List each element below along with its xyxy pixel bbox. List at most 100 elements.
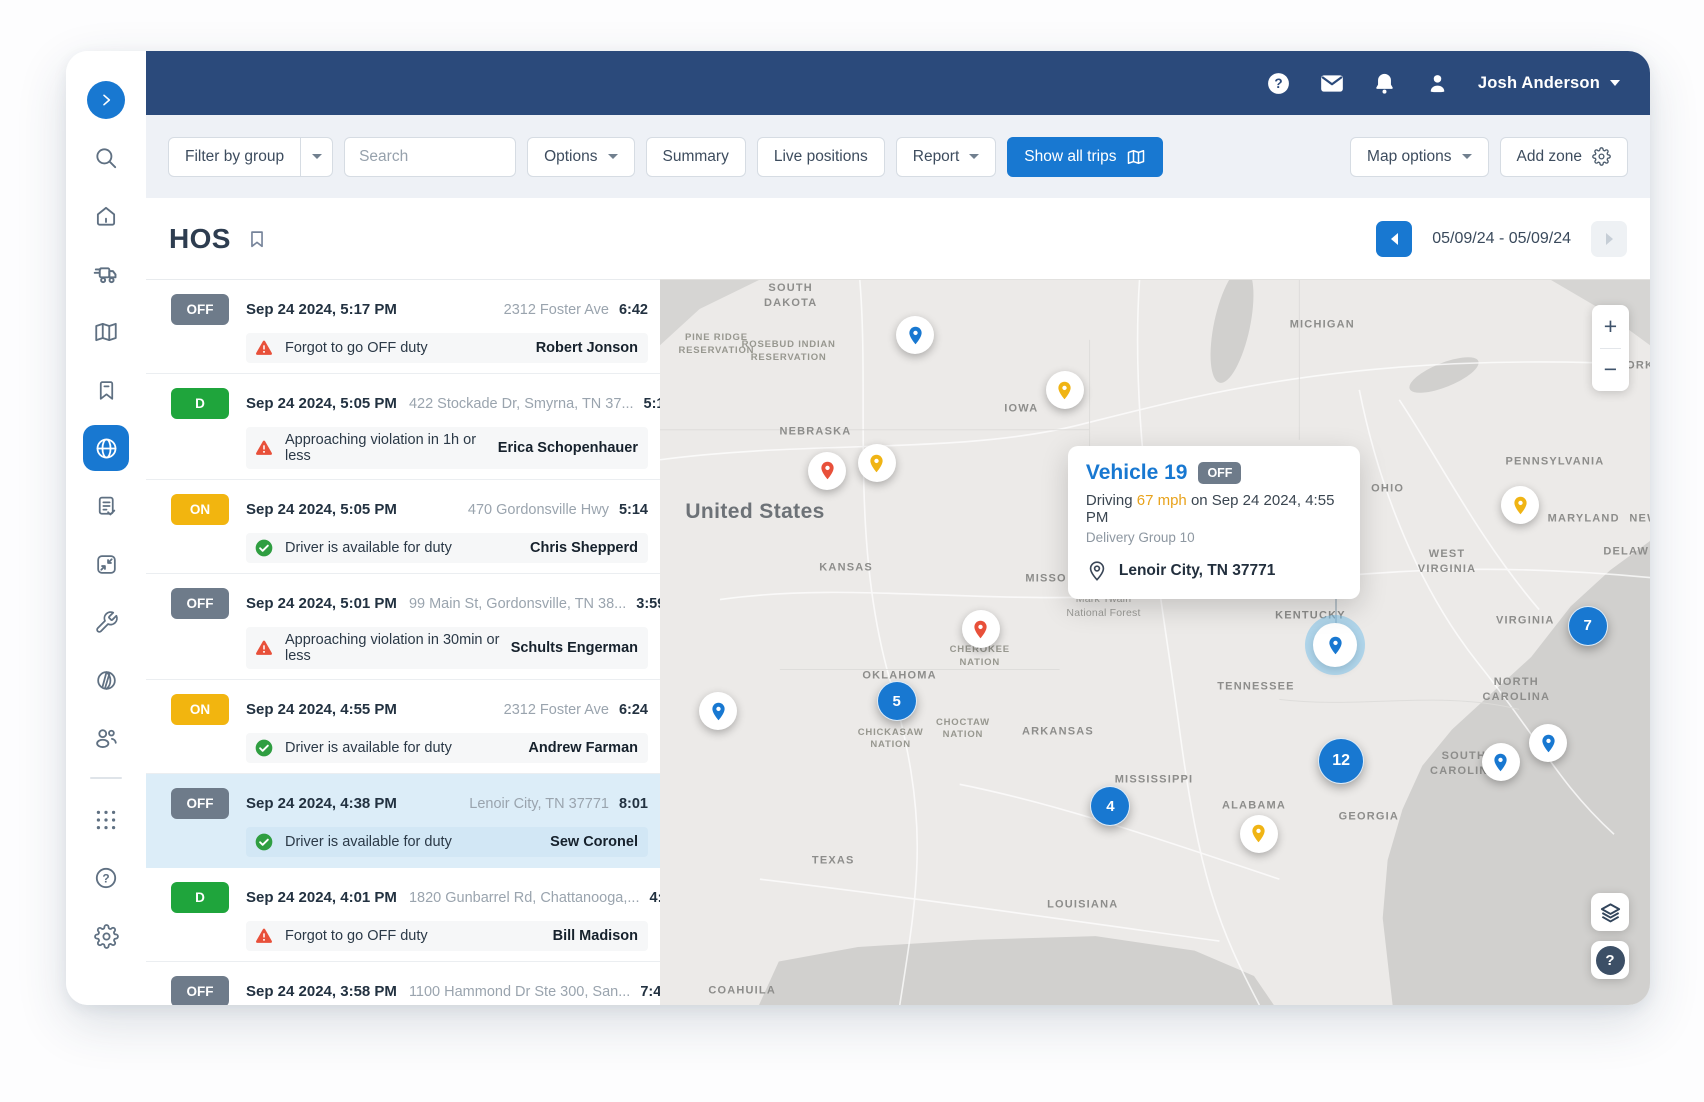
vehicle-pin[interactable] [1482, 743, 1520, 781]
summary-label: Summary [663, 148, 729, 166]
map[interactable]: SOUTH DAKOTAWISCONSINMICHIGANPINE RIDGE … [660, 279, 1650, 1005]
sidebar-item-settings[interactable] [66, 907, 146, 965]
sidebar-item-help[interactable]: ? [66, 849, 146, 907]
event-alert-row: Driver is available for duty Sew Coronel [246, 827, 648, 857]
event-address: 2312 Foster Ave [492, 302, 619, 318]
event-duration: 7:42 [640, 984, 660, 1000]
sidebar-item-reports[interactable] [66, 477, 146, 535]
vehicle-pin[interactable] [1240, 815, 1278, 853]
next-date-button[interactable] [1591, 221, 1627, 257]
user-icon[interactable] [1425, 70, 1451, 96]
driver-name: Erica Schopenhauer [498, 440, 638, 456]
hos-list-item[interactable]: D Sep 24 2024, 5:05 PM 422 Stockade Dr, … [146, 374, 660, 480]
user-name: Josh Anderson [1478, 74, 1600, 93]
event-duration: 4:20 [649, 890, 660, 906]
vehicle-pin[interactable] [1501, 486, 1539, 524]
warning-icon [254, 338, 274, 358]
summary-button[interactable]: Summary [646, 137, 746, 177]
hos-list-item[interactable]: OFF Sep 24 2024, 5:01 PM 99 Main St, Gor… [146, 574, 660, 680]
hos-list-item[interactable]: OFF Sep 24 2024, 5:17 PM 2312 Foster Ave… [146, 280, 660, 374]
alert-message: Driver is available for duty [285, 740, 452, 756]
check-icon [254, 538, 274, 558]
status-badge: D [171, 882, 229, 913]
vehicle-pin[interactable] [1313, 623, 1357, 667]
location-pin-icon [1086, 560, 1108, 582]
event-time: Sep 24 2024, 4:01 PM [246, 889, 397, 906]
prev-date-button[interactable] [1376, 221, 1412, 257]
map-layers-button[interactable] [1591, 893, 1629, 931]
mail-icon[interactable] [1319, 70, 1345, 96]
vehicle-pin[interactable] [1046, 371, 1084, 409]
hos-list-item[interactable]: ON Sep 24 2024, 4:55 PM 2312 Foster Ave … [146, 680, 660, 774]
cluster-marker[interactable]: 7 [1568, 606, 1608, 646]
event-address: 1820 Gunbarrel Rd, Chattanooga,... [397, 890, 650, 906]
svg-text:?: ? [1275, 76, 1283, 91]
filter-group-caret[interactable] [300, 138, 332, 176]
vehicle-pin[interactable] [858, 444, 896, 482]
sidebar-item-resize[interactable] [66, 535, 146, 593]
alert-message: Driver is available for duty [285, 540, 452, 556]
sidebar-divider [90, 777, 122, 779]
user-menu[interactable]: Josh Anderson [1478, 74, 1620, 93]
driver-name: Schults Engerman [511, 640, 638, 656]
cluster-marker[interactable]: 12 [1318, 738, 1364, 784]
chevron-left-icon [1391, 233, 1398, 245]
vehicle-pin[interactable] [896, 316, 934, 354]
show-all-trips-button[interactable]: Show all trips [1007, 137, 1163, 177]
hos-list-item[interactable]: ON Sep 24 2024, 5:05 PM 470 Gordonsville… [146, 480, 660, 574]
status-badge: OFF [171, 294, 229, 325]
options-button[interactable]: Options [527, 137, 634, 177]
event-alert-row: Approaching violation in 1h or less Eric… [246, 427, 648, 469]
bookmark-icon [94, 378, 119, 403]
help-circle-icon[interactable]: ? [1266, 70, 1292, 96]
map-options-button[interactable]: Map options [1350, 137, 1488, 177]
vehicle-name-link[interactable]: Vehicle 19 [1086, 461, 1188, 485]
vehicle-pin[interactable] [1529, 724, 1567, 762]
hos-list-item[interactable]: D Sep 24 2024, 4:01 PM 1820 Gunbarrel Rd… [146, 868, 660, 962]
sidebar-item-map[interactable] [66, 303, 146, 361]
status-badge: OFF [171, 588, 229, 619]
sidebar-item-hos-active[interactable] [66, 419, 146, 477]
vehicle-pin[interactable] [808, 452, 846, 490]
layers-icon [1599, 901, 1622, 924]
sidebar-item-bookmarks[interactable] [66, 361, 146, 419]
vehicle-speed: 67 mph [1137, 492, 1187, 509]
sidebar-item-home[interactable] [66, 187, 146, 245]
wrench-icon [94, 610, 119, 635]
live-positions-button[interactable]: Live positions [757, 137, 885, 177]
event-address: 2312 Foster Ave [492, 702, 619, 718]
event-time: Sep 24 2024, 5:05 PM [246, 501, 397, 518]
sidebar-item-maintenance[interactable] [66, 593, 146, 651]
report-label: Report [913, 148, 960, 166]
add-zone-button[interactable]: Add zone [1500, 137, 1629, 177]
vehicle-pin[interactable] [962, 610, 1000, 648]
hos-list-item[interactable]: OFF Sep 24 2024, 4:38 PM Lenoir City, TN… [146, 774, 660, 868]
content: OFF Sep 24 2024, 5:17 PM 2312 Foster Ave… [146, 279, 1650, 1005]
bell-icon[interactable] [1372, 70, 1398, 96]
vehicle-pin[interactable] [699, 692, 737, 730]
zoom-in-button[interactable]: + [1592, 305, 1629, 348]
vehicle-popup: Vehicle 19 OFF Driving 67 mph on Sep 24 … [1068, 446, 1360, 599]
sidebar-expand-button[interactable] [66, 71, 146, 129]
event-time: Sep 24 2024, 5:17 PM [246, 301, 397, 318]
status-badge: ON [171, 494, 229, 525]
search-input[interactable] [344, 137, 516, 177]
sidebar-item-apps[interactable] [66, 791, 146, 849]
date-range[interactable]: 05/09/24 - 05/09/24 [1432, 230, 1571, 248]
sidebar-item-search[interactable] [66, 129, 146, 187]
status-badge: D [171, 388, 229, 419]
event-address: 1100 Hammond Dr Ste 300, San... [397, 984, 640, 1000]
sidebar-item-eco[interactable] [66, 651, 146, 709]
topbar: ? Josh Anderson [146, 51, 1650, 115]
cluster-marker[interactable]: 5 [877, 681, 917, 721]
filter-by-group-button[interactable]: Filter by group [168, 137, 333, 177]
bookmark-icon[interactable] [246, 228, 268, 250]
hos-list-item[interactable]: OFF Sep 24 2024, 3:58 PM 1100 Hammond Dr… [146, 962, 660, 1005]
map-help-button[interactable]: ? [1591, 941, 1629, 979]
sidebar-item-vehicles[interactable] [66, 245, 146, 303]
event-alert-row: Forgot to go OFF duty Robert Jonson [246, 333, 648, 363]
report-button[interactable]: Report [896, 137, 997, 177]
cluster-marker[interactable]: 4 [1090, 786, 1130, 826]
sidebar-item-drivers[interactable] [66, 709, 146, 767]
zoom-out-button[interactable]: − [1592, 349, 1629, 392]
